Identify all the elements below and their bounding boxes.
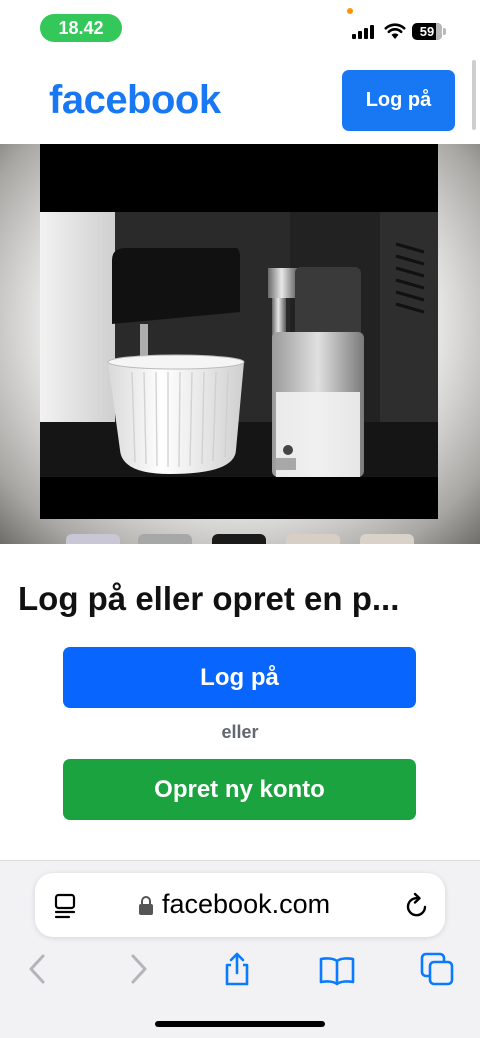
scroll-indicator xyxy=(472,60,476,130)
tabs-icon[interactable] xyxy=(419,951,455,987)
thumbnail[interactable] xyxy=(66,534,120,544)
forward-icon[interactable] xyxy=(120,951,156,987)
privacy-indicator-dot xyxy=(347,8,353,14)
lock-icon xyxy=(139,896,153,915)
login-button[interactable]: Log på xyxy=(63,647,416,708)
status-time[interactable]: 18.42 xyxy=(40,14,122,42)
reload-icon[interactable] xyxy=(403,892,431,920)
coffee-machine-photo[interactable] xyxy=(40,212,438,477)
share-icon[interactable] xyxy=(219,951,255,987)
back-icon[interactable] xyxy=(20,951,56,987)
media-thumbnails xyxy=(0,534,480,544)
toolbar-nav-row xyxy=(0,951,480,991)
battery-icon: 59 xyxy=(412,23,446,40)
wifi-icon xyxy=(384,23,406,39)
site-header: facebook Log på xyxy=(0,56,480,144)
browser-toolbar: facebook.com xyxy=(0,860,480,1038)
status-bar: 18.42 59 xyxy=(0,0,480,56)
thumbnail[interactable] xyxy=(212,534,266,544)
address-bar[interactable]: facebook.com xyxy=(35,873,445,937)
header-login-button[interactable]: Log på xyxy=(342,70,455,131)
facebook-logo[interactable]: facebook xyxy=(49,78,221,123)
thumbnail[interactable] xyxy=(138,534,192,544)
prompt-title: Log på eller opret en p... xyxy=(18,580,400,617)
post-media xyxy=(0,144,480,544)
url-text[interactable]: facebook.com xyxy=(162,889,330,920)
bookmarks-icon[interactable] xyxy=(319,951,355,987)
cellular-signal-icon xyxy=(352,25,376,39)
reader-icon[interactable] xyxy=(53,893,79,919)
thumbnail[interactable] xyxy=(286,534,340,544)
thumbnail[interactable] xyxy=(360,534,414,544)
or-divider-text: eller xyxy=(221,722,259,742)
home-indicator[interactable] xyxy=(155,1021,325,1027)
create-account-button[interactable]: Opret ny konto xyxy=(63,759,416,820)
battery-level: 59 xyxy=(419,24,435,39)
